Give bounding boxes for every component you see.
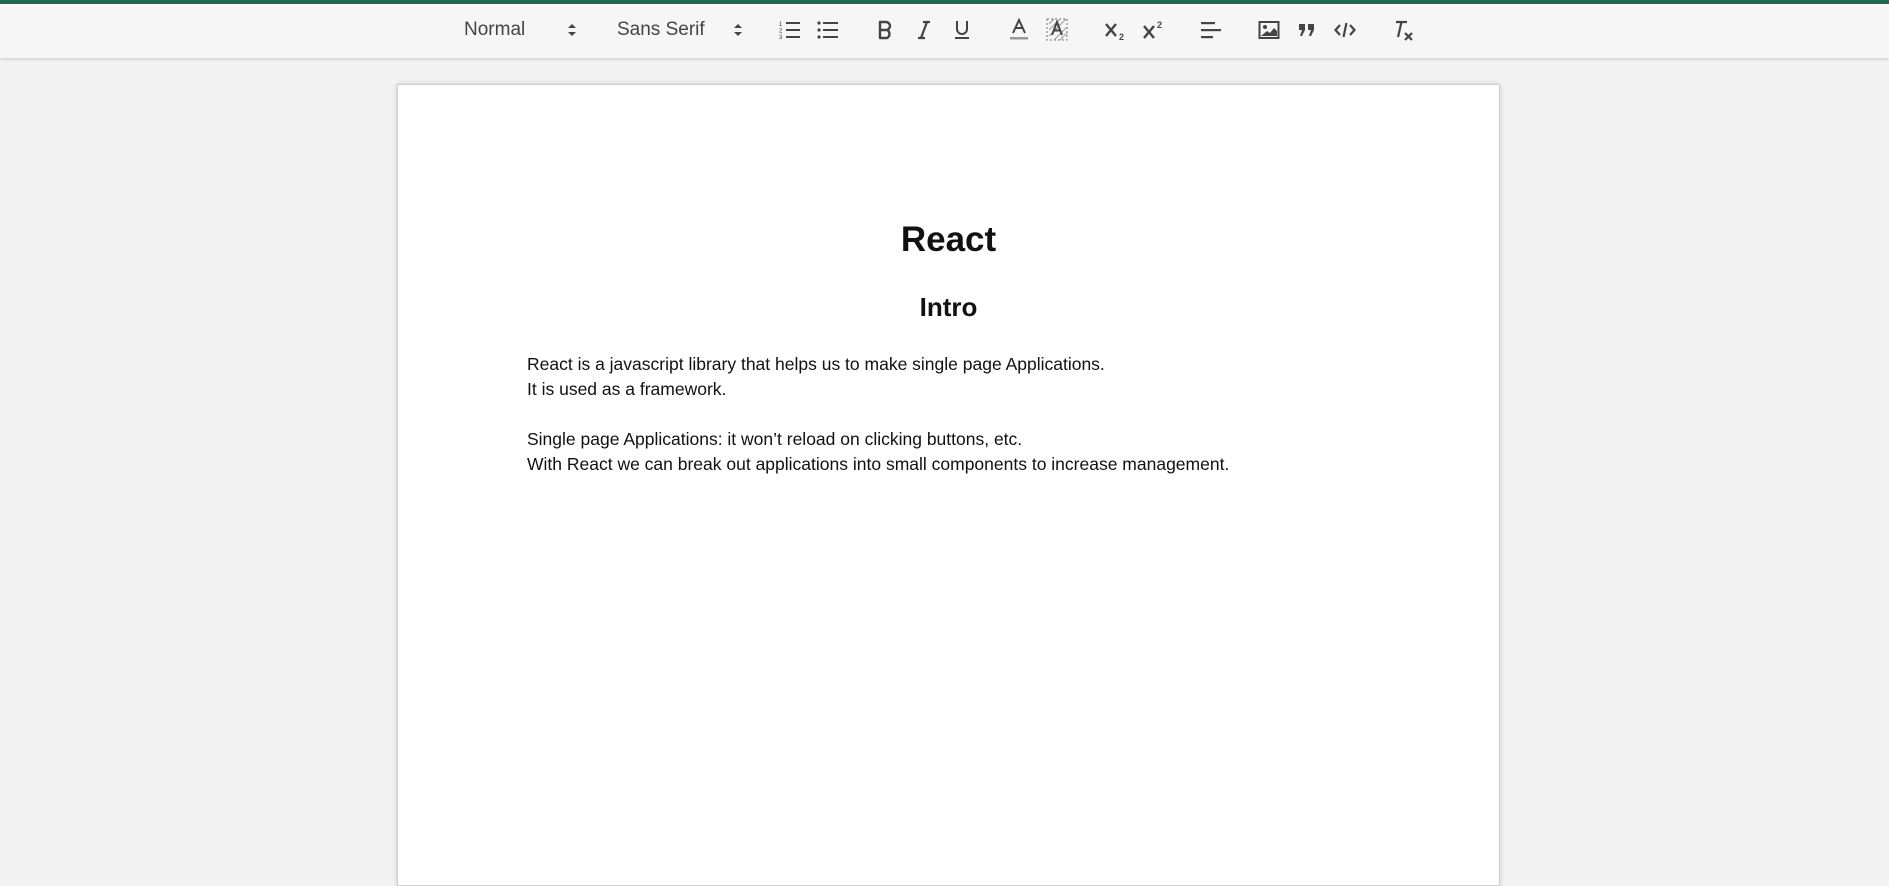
subscript-icon: 2 [1103,19,1127,41]
image-button[interactable] [1254,16,1284,44]
document-subtitle: Intro [919,292,978,322]
svg-text:2: 2 [1119,32,1124,41]
bold-icon [876,20,894,40]
svg-text:3: 3 [779,35,783,40]
superscript-icon: 2 [1141,19,1165,41]
quote-icon [1297,21,1317,39]
editor-toolbar: Normal Sans Serif 1 2 3 2 2 [0,4,1889,59]
paragraph-line: Single page Applications: it won’t reloa… [527,429,1023,449]
clear-formatting-button[interactable] [1388,16,1418,44]
bold-button[interactable] [870,16,900,44]
code-icon [1334,21,1356,39]
font-family-value: Sans Serif [617,19,705,40]
bullet-list-icon [817,20,839,40]
up-down-arrows-icon [567,22,577,38]
background-color-icon [1046,18,1068,42]
text-color-button[interactable] [1004,16,1034,44]
italic-icon [915,20,933,40]
svg-text:1: 1 [779,22,783,28]
paragraph-line: It is used as a framework. [527,379,727,399]
document-title: React [900,220,997,259]
underline-button[interactable] [947,16,977,44]
up-down-arrows-icon [733,22,743,38]
align-left-icon [1200,21,1222,39]
subscript-button[interactable]: 2 [1100,16,1130,44]
background-color-button[interactable] [1042,16,1072,44]
superscript-button[interactable]: 2 [1138,16,1168,44]
svg-text:2: 2 [1157,20,1162,30]
header-format-select[interactable]: Normal [464,16,577,44]
text-color-icon [1009,18,1029,42]
image-icon [1258,20,1280,40]
underline-icon [953,19,971,41]
ordered-list-icon: 1 2 3 [779,20,801,40]
code-block-button[interactable] [1330,16,1360,44]
italic-button[interactable] [909,16,939,44]
font-family-select[interactable]: Sans Serif [617,16,743,44]
align-button[interactable] [1196,16,1226,44]
bullet-list-button[interactable] [813,16,843,44]
clear-format-icon [1392,19,1414,41]
paragraph-line: With React we can break out applications… [527,454,1230,474]
document-page[interactable]: React Intro React is a javascript librar… [397,84,1500,886]
blockquote-button[interactable] [1292,16,1322,44]
header-format-value: Normal [464,19,526,40]
paragraph-line: React is a javascript library that helps… [527,354,1105,374]
ordered-list-button[interactable]: 1 2 3 [775,16,805,44]
svg-text:2: 2 [779,29,783,35]
